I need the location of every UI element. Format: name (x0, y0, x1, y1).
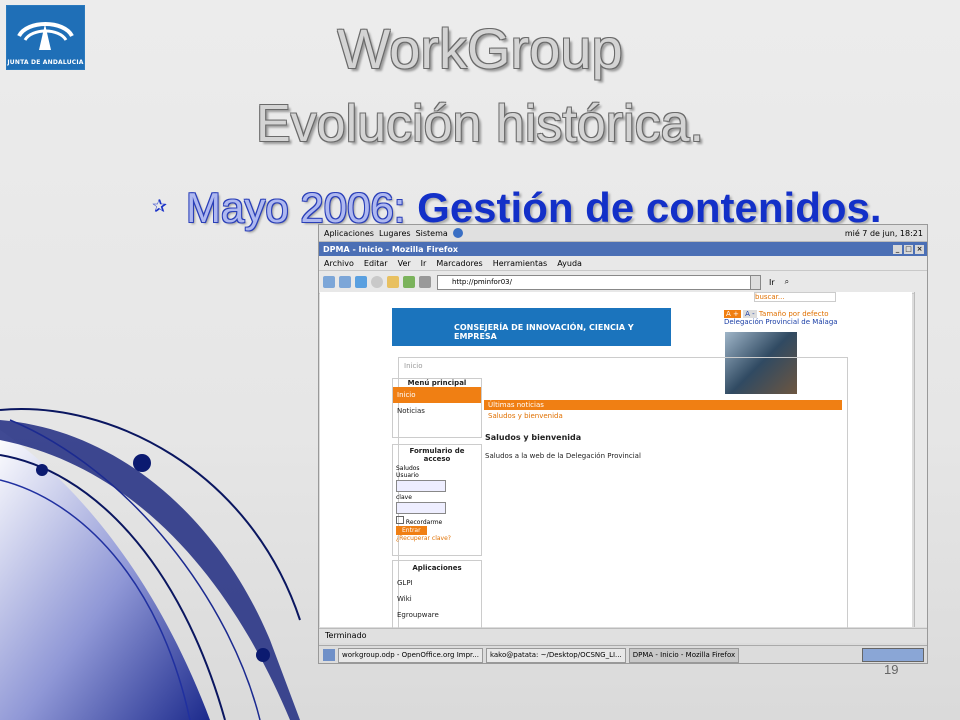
gnome-menu-lugares[interactable]: Lugares (379, 229, 411, 238)
side-links: buscar... A + A - Tamaño por defecto Del… (724, 292, 838, 326)
page-content: CONSEJERÍA DE INNOVACIÓN, CIENCIA Y EMPR… (320, 292, 912, 630)
navigation-toolbar: http://pminfor03/ Ir ⌕ (319, 271, 927, 294)
slide-subtitle: Evolución histórica. (256, 95, 704, 153)
firefox-screenshot: Aplicaciones Lugares Sistema mié 7 de ju… (318, 224, 928, 664)
app-glpi[interactable]: GLPI (393, 575, 481, 591)
task-firefox[interactable]: DPMA - Inicio - Mozilla Firefox (628, 647, 740, 663)
bookmark-icon[interactable] (403, 276, 415, 288)
slide-title: WorkGroup (337, 17, 623, 80)
news-item[interactable]: Saludos y bienvenida (488, 412, 563, 420)
menu-item-noticias[interactable]: Noticias (393, 403, 481, 419)
menu-ayuda[interactable]: Ayuda (557, 259, 582, 268)
main-menu: Menú principal Inicio Noticias (392, 378, 482, 438)
apps-title: Aplicaciones (412, 564, 462, 572)
login-button[interactable]: Entrar (396, 526, 427, 535)
minimize-icon[interactable]: _ (893, 244, 902, 254)
go-button[interactable]: Ir (769, 278, 775, 287)
login-greeting: Saludos (396, 465, 420, 472)
menu-ver[interactable]: Ver (398, 259, 411, 268)
task-impress[interactable]: workgroup.odp - OpenOffice.org Impr... (338, 647, 483, 663)
firefox-menubar: Archivo Editar Ver Ir Marcadores Herrami… (319, 256, 927, 271)
search-icon[interactable]: ⌕ (785, 277, 789, 287)
menu-archivo[interactable]: Archivo (324, 259, 354, 268)
banner-text: CONSEJERÍA DE INNOVACIÓN, CIENCIA Y EMPR… (454, 323, 634, 341)
menu-editar[interactable]: Editar (364, 259, 388, 268)
stop-icon[interactable] (371, 276, 383, 288)
slide-number: 19 (884, 662, 899, 677)
app-wiki[interactable]: Wiki (393, 591, 481, 607)
deco-circle-mid (256, 648, 270, 662)
firefox-launcher-icon[interactable] (452, 228, 463, 238)
window-titlebar: DPMA - Inicio - Mozilla Firefox _ □ × (319, 242, 927, 256)
font-size-link[interactable]: A + A - Tamaño por defecto (724, 310, 838, 318)
menu-ir[interactable]: Ir (421, 259, 427, 268)
search-box[interactable]: buscar... (754, 292, 836, 302)
remember-checkbox[interactable] (396, 516, 404, 524)
url-text: http://pminfor03/ (452, 277, 512, 286)
delegation-link[interactable]: Delegación Provincial de Málaga (724, 318, 838, 326)
article-text: Saludos a la web de la Delegación Provin… (485, 452, 641, 460)
back-icon[interactable] (323, 276, 335, 288)
consejeria-banner: CONSEJERÍA DE INNOVACIÓN, CIENCIA Y EMPR… (392, 308, 671, 346)
font-decrease-button[interactable]: A - (743, 310, 757, 318)
username-label: Usuario (396, 472, 419, 479)
app-egroupware[interactable]: Egroupware (393, 607, 481, 623)
url-bar[interactable]: http://pminfor03/ (437, 274, 761, 290)
applications-menu: Aplicaciones GLPI Wiki Egroupware (392, 560, 482, 630)
menu-marcadores[interactable]: Marcadores (436, 259, 482, 268)
remember-label: Recordarme (405, 519, 443, 526)
login-form: Formulario de acceso Saludos Usuario cla… (392, 444, 482, 556)
password-label: clave (396, 494, 412, 501)
gnome-menu-aplicaciones[interactable]: Aplicaciones (324, 229, 374, 238)
gnome-taskbar: workgroup.odp - OpenOffice.org Impr... k… (319, 645, 927, 663)
latest-news-header: Últimas noticias (484, 400, 842, 410)
print-icon[interactable] (419, 276, 431, 288)
menu-herramientas[interactable]: Herramientas (493, 259, 548, 268)
vertical-scrollbar[interactable] (914, 292, 927, 627)
font-increase-button[interactable]: A + (724, 310, 741, 318)
gnome-top-panel: Aplicaciones Lugares Sistema mié 7 de ju… (319, 225, 927, 242)
deco-circle-small (36, 464, 48, 476)
gnome-menu-sistema[interactable]: Sistema (416, 229, 448, 238)
password-field[interactable] (396, 502, 446, 514)
status-bar: Terminado (319, 628, 927, 643)
maximize-icon[interactable]: □ (904, 244, 913, 254)
workspace-switcher[interactable] (862, 648, 924, 662)
status-text: Terminado (325, 631, 367, 640)
clock[interactable]: mié 7 de jun, 18:21 (845, 229, 923, 238)
font-default-link[interactable]: Tamaño por defecto (759, 310, 829, 318)
deco-circle-large (133, 454, 151, 472)
forward-icon[interactable] (339, 276, 351, 288)
url-dropdown-icon[interactable] (750, 275, 760, 289)
home-icon[interactable] (387, 276, 399, 288)
menu-item-inicio[interactable]: Inicio (393, 387, 481, 403)
article-title: Saludos y bienvenida (485, 433, 582, 442)
main-menu-title: Menú principal (407, 379, 467, 387)
window-title: DPMA - Inicio - Mozilla Firefox (323, 244, 459, 254)
recover-password-link[interactable]: ¿Recuperar clave? (393, 535, 481, 542)
task-terminal[interactable]: kako@patata: ~/Desktop/OCSNG_LI... (485, 647, 626, 663)
reload-icon[interactable] (355, 276, 367, 288)
login-form-title: Formulario de acceso (409, 447, 465, 463)
breadcrumb[interactable]: Inicio (404, 362, 423, 370)
show-desktop-icon[interactable] (323, 649, 335, 661)
close-icon[interactable]: × (915, 244, 924, 254)
username-field[interactable] (396, 480, 446, 492)
